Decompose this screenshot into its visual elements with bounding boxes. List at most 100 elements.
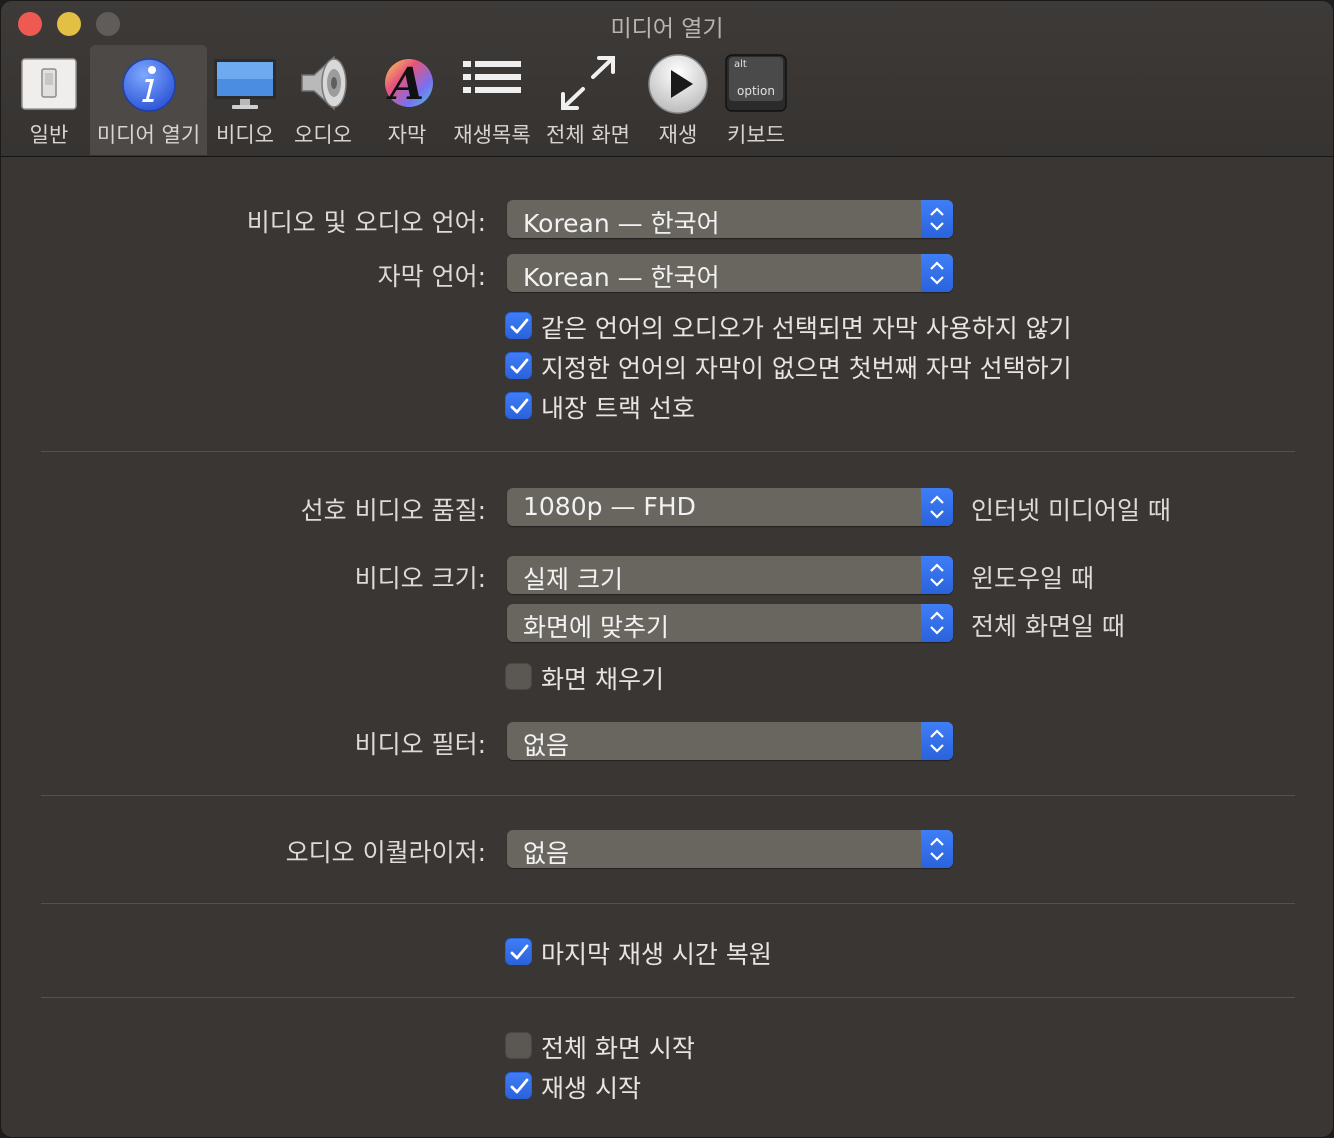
video-size-window-popup[interactable]: 실제 크기 xyxy=(507,556,953,594)
tab-label: 미디어 열기 xyxy=(96,123,201,147)
chevron-updown-icon xyxy=(930,563,944,587)
chevron-updown-icon xyxy=(930,261,944,285)
check-start-playing[interactable]: 재생 시작 xyxy=(505,1070,805,1103)
video-size-label: 비디오 크기: xyxy=(354,564,486,593)
divider xyxy=(41,903,1295,904)
video-filter-popup[interactable]: 없음 xyxy=(507,722,953,760)
tab-label: 오디오 xyxy=(294,123,352,147)
popup-value: Korean — 한국어 xyxy=(523,263,720,292)
checkbox[interactable] xyxy=(505,352,532,379)
checkbox-label: 지정한 언어의 자막이 없으면 첫번째 자막 선택하기 xyxy=(541,354,1072,383)
check-select-first-subtitle[interactable]: 지정한 언어의 자막이 없으면 첫번째 자막 선택하기 xyxy=(505,350,1105,383)
popup-stepper xyxy=(921,556,953,594)
checkbox-label: 재생 시작 xyxy=(541,1074,641,1103)
check-disable-subtitles-same-language[interactable]: 같은 언어의 오디오가 선택되면 자막 사용하지 않기 xyxy=(505,310,1105,343)
popup-value: 화면에 맞추기 xyxy=(523,613,669,642)
subtitle-language-label: 자막 언어: xyxy=(377,262,486,291)
popup-stepper xyxy=(921,488,953,526)
av-language-popup[interactable]: Korean — 한국어 xyxy=(507,200,953,238)
check-fill-screen[interactable]: 화면 채우기 xyxy=(505,661,805,694)
audio-eq-popup[interactable]: 없음 xyxy=(507,830,953,868)
tab-label: 비디오 xyxy=(216,123,274,147)
checkbox[interactable] xyxy=(505,1032,532,1059)
popup-value: 없음 xyxy=(523,839,570,868)
checkbox[interactable] xyxy=(505,1072,532,1099)
popup-value: Korean — 한국어 xyxy=(523,209,720,238)
checkbox-label: 화면 채우기 xyxy=(541,665,664,694)
tab-subtitles[interactable]: A 자막 xyxy=(371,45,443,155)
audio-eq-label: 오디오 이퀄라이저: xyxy=(285,838,486,867)
checkbox-label: 같은 언어의 오디오가 선택되면 자막 사용하지 않기 xyxy=(541,314,1072,343)
checkmark-icon xyxy=(510,1078,529,1094)
tab-label: 자막 xyxy=(387,123,427,147)
keyboard-icon: alt option xyxy=(725,54,787,112)
switch-icon xyxy=(21,58,77,110)
play-icon xyxy=(648,54,708,114)
checkmark-icon xyxy=(510,358,529,374)
checkmark-icon xyxy=(510,398,529,414)
chevron-updown-icon xyxy=(930,207,944,231)
tab-video[interactable]: 비디오 xyxy=(209,45,281,155)
check-start-fullscreen[interactable]: 전체 화면 시작 xyxy=(505,1030,805,1063)
tab-playlist[interactable]: 재생목록 xyxy=(449,45,535,155)
svg-text:A: A xyxy=(386,59,424,110)
info-icon xyxy=(121,58,176,112)
popup-stepper xyxy=(921,722,953,760)
popup-stepper xyxy=(921,830,953,868)
video-filter-label: 비디오 필터: xyxy=(354,730,486,759)
video-size-window-note: 윈도우일 때 xyxy=(971,564,1094,593)
preferences-window: 미디어 열기 일반 미디어 열기 비디오 오디오 A 자막 재생목록 전체 화면… xyxy=(0,0,1334,1138)
tab-label: 재생목록 xyxy=(453,123,531,147)
tab-audio[interactable]: 오디오 xyxy=(285,45,361,155)
tab-fullscreen[interactable]: 전체 화면 xyxy=(541,45,635,155)
tab-label: 일반 xyxy=(29,123,69,147)
checkmark-icon xyxy=(510,944,529,960)
monitor-icon xyxy=(214,59,276,109)
key-alt-label: alt xyxy=(734,59,747,70)
divider xyxy=(41,997,1295,998)
subtitle-language-popup[interactable]: Korean — 한국어 xyxy=(507,254,953,292)
popup-stepper xyxy=(921,254,953,292)
popup-stepper xyxy=(921,200,953,238)
chevron-updown-icon xyxy=(930,495,944,519)
chevron-updown-icon xyxy=(930,611,944,635)
checkmark-icon xyxy=(510,318,529,334)
divider xyxy=(41,795,1295,796)
video-quality-note: 인터넷 미디어일 때 xyxy=(971,496,1171,525)
check-prefer-embedded-tracks[interactable]: 내장 트랙 선호 xyxy=(505,390,1105,423)
tab-label: 재생 xyxy=(658,123,698,147)
tab-open-media[interactable]: 미디어 열기 xyxy=(90,45,207,155)
tab-general[interactable]: 일반 xyxy=(11,45,87,155)
settings-pane: 비디오 및 오디오 언어: Korean — 한국어 자막 언어: Korean… xyxy=(1,157,1333,1137)
video-size-fullscreen-note: 전체 화면일 때 xyxy=(971,612,1125,641)
speaker-icon xyxy=(301,55,347,111)
popup-value: 1080p — FHD xyxy=(523,492,696,521)
checkbox-label: 내장 트랙 선호 xyxy=(541,394,695,423)
checkbox-label: 전체 화면 시작 xyxy=(541,1034,695,1063)
divider xyxy=(41,451,1295,452)
checkbox[interactable] xyxy=(505,392,532,419)
chevron-updown-icon xyxy=(930,837,944,861)
window-title: 미디어 열기 xyxy=(610,16,724,42)
popup-value: 실제 크기 xyxy=(523,565,623,594)
video-size-fullscreen-popup[interactable]: 화면에 맞추기 xyxy=(507,604,953,642)
check-resume-playback[interactable]: 마지막 재생 시간 복원 xyxy=(505,936,905,969)
video-quality-label: 선호 비디오 품질: xyxy=(300,496,486,525)
tab-playback[interactable]: 재생 xyxy=(645,45,711,155)
font-icon: A xyxy=(385,59,433,110)
popup-stepper xyxy=(921,604,953,642)
video-quality-popup[interactable]: 1080p — FHD xyxy=(507,488,953,526)
fullscreen-icon xyxy=(561,56,615,110)
key-option-label: option xyxy=(737,84,775,98)
chevron-updown-icon xyxy=(930,729,944,753)
tab-label: 키보드 xyxy=(727,123,785,147)
checkbox-label: 마지막 재생 시간 복원 xyxy=(541,940,772,969)
checkbox[interactable] xyxy=(505,663,532,690)
toolbar: 미디어 열기 일반 미디어 열기 비디오 오디오 A 자막 재생목록 전체 화면… xyxy=(1,1,1333,157)
tab-keyboard[interactable]: alt option 키보드 xyxy=(719,45,793,155)
checkbox[interactable] xyxy=(505,938,532,965)
list-icon xyxy=(463,61,521,93)
av-language-label: 비디오 및 오디오 언어: xyxy=(246,208,486,237)
checkbox[interactable] xyxy=(505,312,532,339)
tab-label: 전체 화면 xyxy=(546,123,630,147)
